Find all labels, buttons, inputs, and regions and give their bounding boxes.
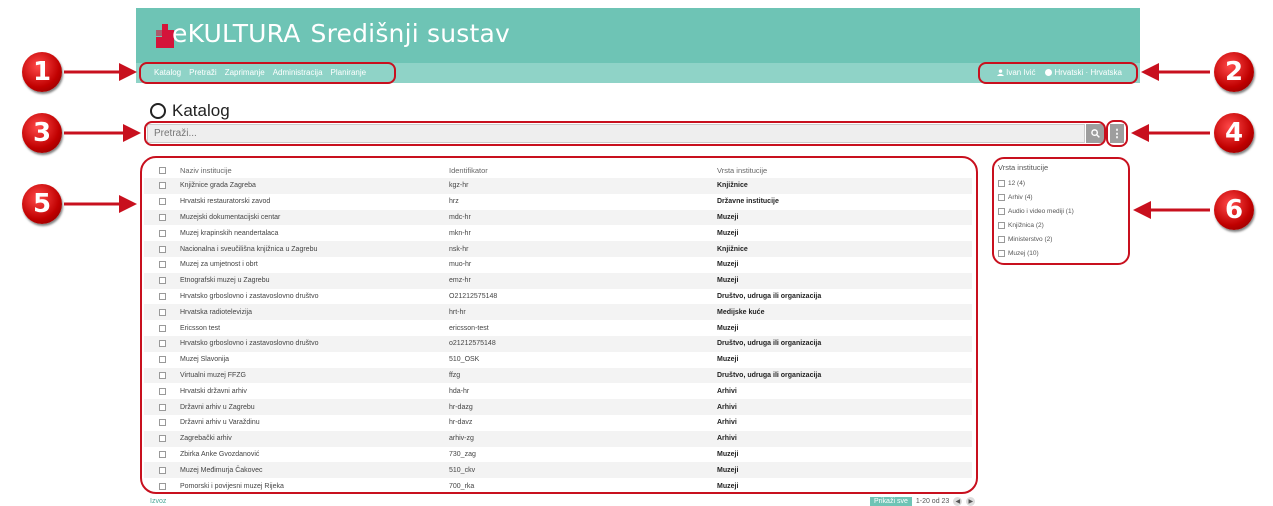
show-all-button[interactable]: Prikaži sve bbox=[870, 497, 912, 506]
logo-e: e bbox=[172, 19, 188, 48]
prev-page-button[interactable]: ◀ bbox=[953, 497, 963, 506]
app-title: eKULTURA Središnji sustav bbox=[172, 19, 510, 48]
badge-1: 1 bbox=[22, 52, 62, 92]
annotation-box-1 bbox=[139, 62, 396, 84]
system-title: Središnji sustav bbox=[310, 19, 511, 48]
page: eKULTURA Središnji sustav Katalog Pretraži… bbox=[0, 0, 1273, 506]
annotation-box-2 bbox=[978, 62, 1138, 84]
annotation-box-3 bbox=[144, 121, 1106, 146]
annotation-box-4 bbox=[1106, 120, 1128, 147]
app-header: eKULTURA Središnji sustav bbox=[136, 8, 1140, 63]
badge-3: 3 bbox=[22, 113, 62, 153]
next-page-button[interactable]: ▶ bbox=[966, 497, 976, 506]
page-title: Katalog bbox=[150, 101, 230, 121]
pagination: Prikaži sve 1-20 od 23 ◀ ▶ bbox=[870, 497, 976, 506]
annotation-box-6 bbox=[992, 157, 1130, 265]
badge-6: 6 bbox=[1214, 190, 1254, 230]
logo-kultura: KULTURA bbox=[187, 19, 301, 48]
badge-2: 2 bbox=[1214, 52, 1254, 92]
circle-icon bbox=[150, 103, 166, 119]
page-title-text: Katalog bbox=[172, 101, 230, 120]
export-link[interactable]: Izvoz bbox=[150, 498, 166, 505]
annotation-box-5 bbox=[140, 156, 978, 494]
badge-5: 5 bbox=[22, 184, 62, 224]
badge-4: 4 bbox=[1214, 113, 1254, 153]
page-range: 1-20 od 23 bbox=[915, 498, 950, 505]
